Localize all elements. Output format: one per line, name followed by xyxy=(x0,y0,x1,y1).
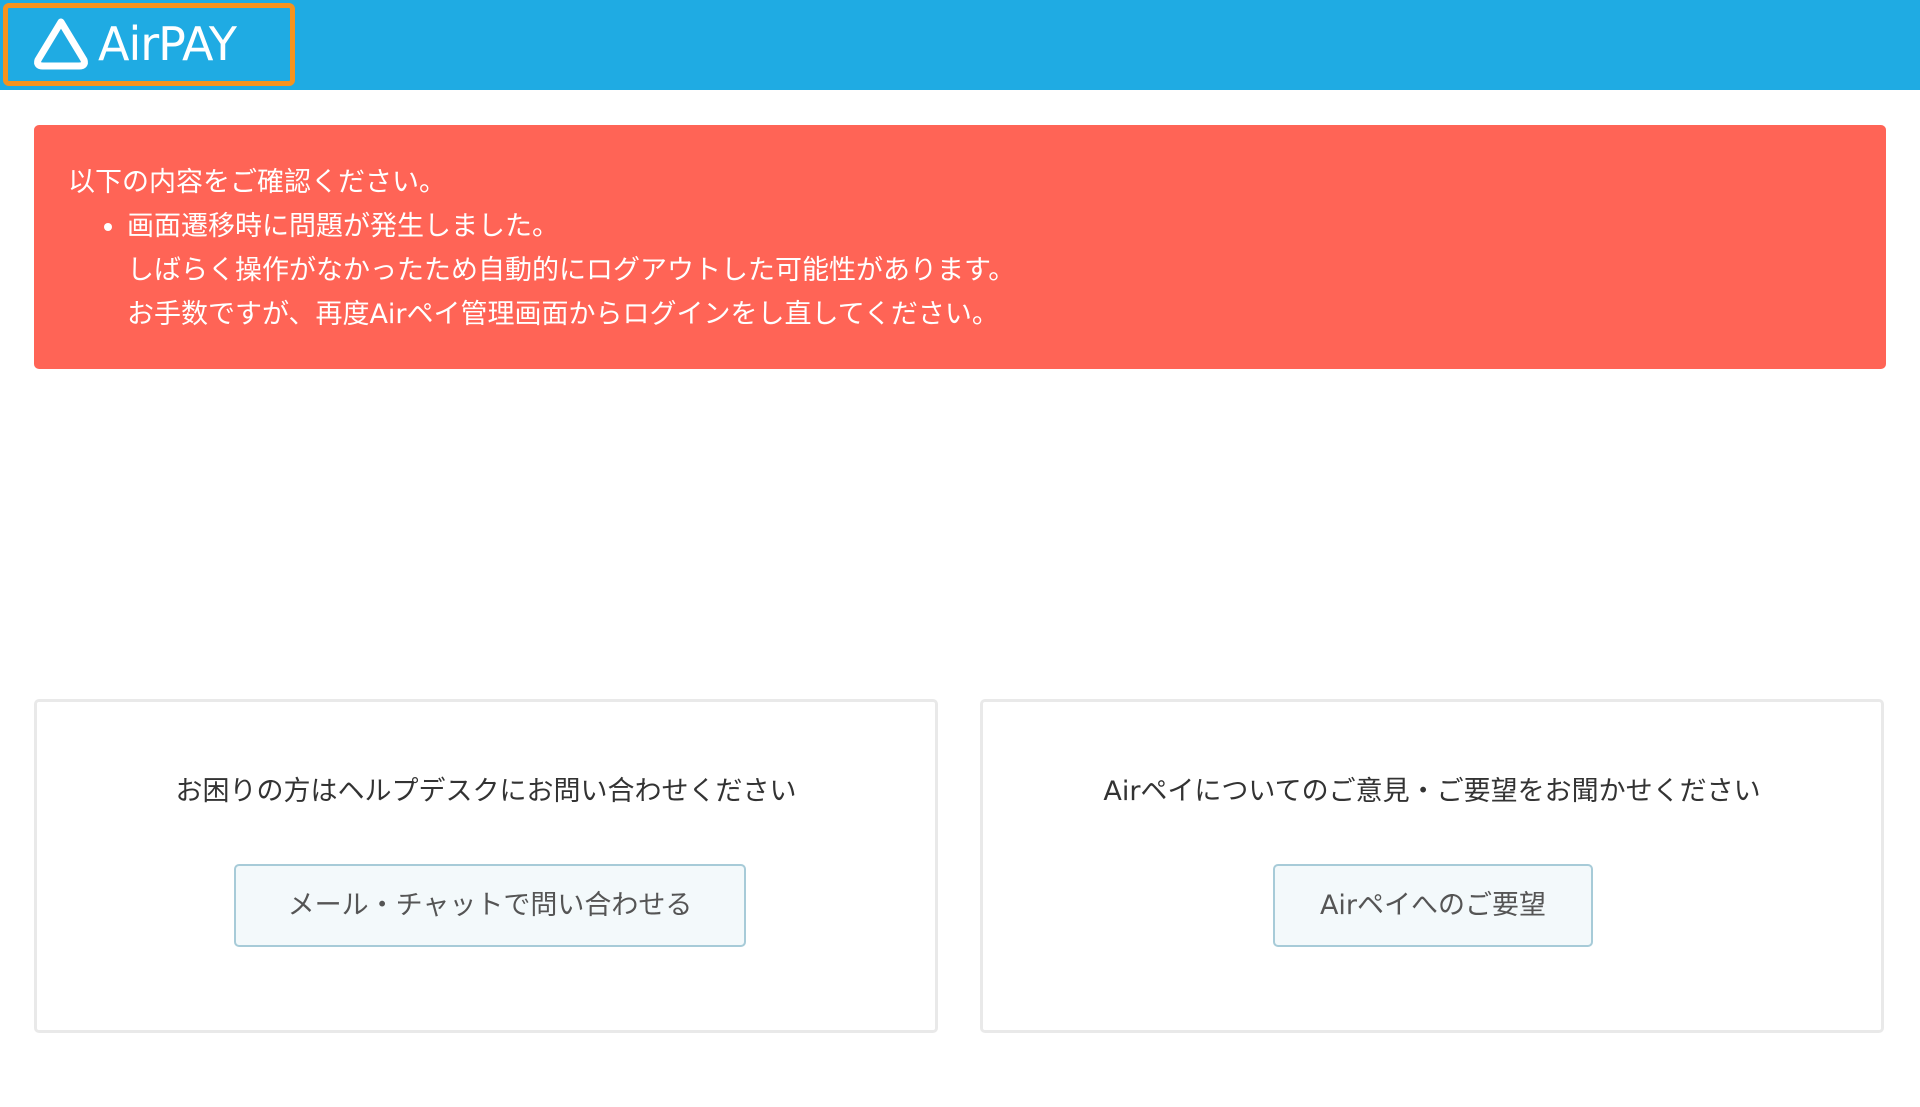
alert-message-item: 画面遷移時に問題が発生しました。 しばらく操作がなかったため自動的にログアウトし… xyxy=(127,205,1852,337)
helpdesk-card-text: お困りの方はヘルプデスクにお問い合わせください xyxy=(175,776,797,807)
airpay-triangle-icon xyxy=(34,18,88,70)
helpdesk-card: お困りの方はヘルプデスクにお問い合わせください メール・チャットで問い合わせる xyxy=(34,699,938,1033)
feedback-card-text: Airペイについてのご意見・ご要望をお聞かせください xyxy=(1103,776,1761,807)
alert-message-list: 画面遷移時に問題が発生しました。 しばらく操作がなかったため自動的にログアウトし… xyxy=(68,205,1852,337)
alert-message-line: お手数ですが、再度Airペイ管理画面からログインをし直してください。 xyxy=(127,299,999,330)
airpay-logo-link[interactable]: AirPAY xyxy=(30,16,237,72)
contact-mail-chat-button[interactable]: メール・チャットで問い合わせる xyxy=(234,864,746,947)
error-alert: 以下の内容をご確認ください。 画面遷移時に問題が発生しました。 しばらく操作がな… xyxy=(34,125,1886,369)
feedback-request-button[interactable]: Airペイへのご要望 xyxy=(1273,864,1593,947)
alert-message-line: しばらく操作がなかったため自動的にログアウトした可能性があります。 xyxy=(127,255,1016,286)
logo-text: AirPAY xyxy=(98,17,237,71)
feedback-card: Airペイについてのご意見・ご要望をお聞かせください Airペイへのご要望 xyxy=(980,699,1884,1033)
alert-heading: 以下の内容をご確認ください。 xyxy=(68,167,446,198)
app-header: AirPAY xyxy=(0,0,1920,90)
alert-message-line: 画面遷移時に問題が発生しました。 xyxy=(127,211,559,242)
